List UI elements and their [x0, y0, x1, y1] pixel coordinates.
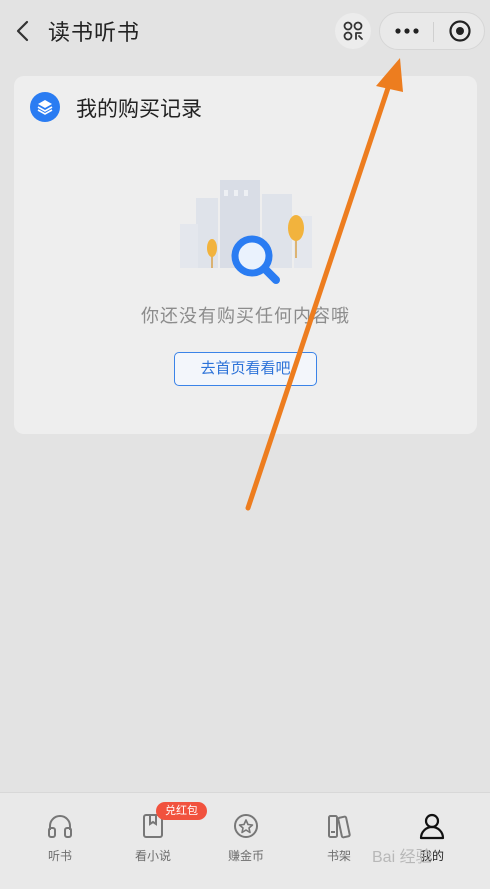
- coin-icon: [231, 811, 261, 841]
- tab-label: 看小说: [134, 849, 171, 863]
- close-circle-icon: [449, 20, 471, 42]
- tab-label: 赚金币: [227, 849, 264, 863]
- nav-bar: 读书听书: [0, 0, 490, 62]
- empty-search-illustration: [180, 180, 312, 284]
- empty-state-text: 你还没有购买任何内容哦: [141, 306, 350, 327]
- tab-bookshelf[interactable]: 书架: [290, 793, 388, 889]
- layers-icon: [30, 92, 60, 122]
- scan-icon: [343, 21, 363, 41]
- user-icon: [417, 811, 447, 841]
- tab-label: 书架: [326, 849, 351, 863]
- tab-label: 听书: [47, 849, 72, 863]
- mini-program-capsule: [379, 12, 485, 50]
- bottom-tab-bar: 听书 看小说 赚金币 兑红包 书架 我的: [0, 792, 490, 889]
- more-dots-icon: [394, 28, 419, 34]
- tab-earn-coins[interactable]: 赚金币: [197, 793, 295, 889]
- headphones-icon: [45, 811, 75, 841]
- close-button[interactable]: [434, 13, 486, 49]
- tab-listen[interactable]: 听书: [11, 793, 109, 889]
- back-button[interactable]: [6, 14, 40, 48]
- card-title: 我的购买记录: [76, 97, 202, 121]
- purchase-record-card: 我的购买记录 你还没有购买任何内容哦 去首页看看吧: [14, 76, 477, 434]
- page-title: 读书听书: [48, 21, 141, 46]
- scan-button[interactable]: [335, 13, 371, 49]
- chevron-left-icon: [16, 20, 29, 42]
- tab-mine[interactable]: 我的: [383, 793, 481, 889]
- bookshelf-icon: [324, 811, 354, 841]
- baidu-watermark: Bai 经验: [372, 849, 432, 866]
- red-packet-badge[interactable]: 兑红包: [156, 802, 207, 820]
- more-button[interactable]: [380, 13, 433, 49]
- go-home-button[interactable]: 去首页看看吧: [174, 352, 317, 386]
